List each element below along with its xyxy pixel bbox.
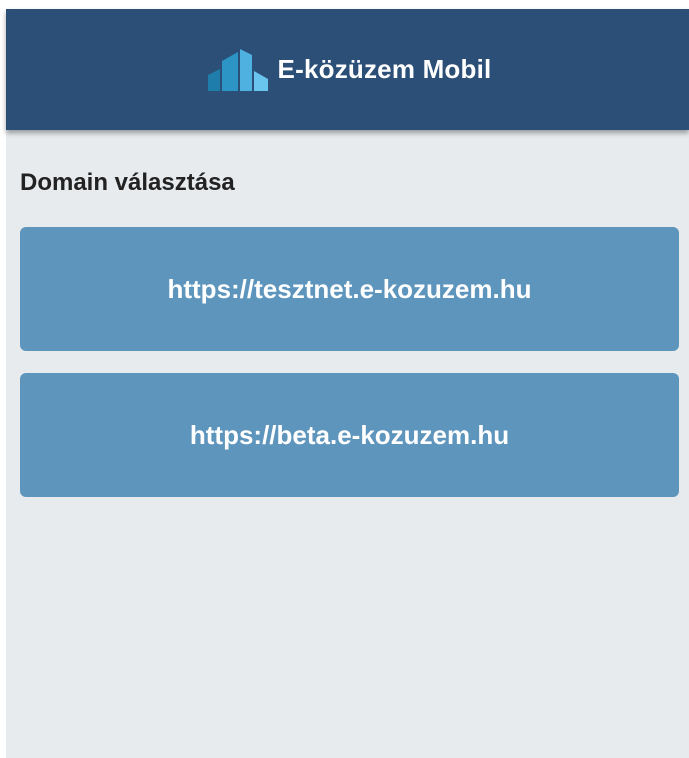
domain-button-tesztnet[interactable]: https://tesztnet.e-kozuzem.hu	[20, 227, 679, 351]
section-title: Domain választása	[20, 169, 235, 196]
building-bars-icon	[207, 48, 268, 91]
app-title: E-közüzem Mobil	[277, 54, 492, 84]
domain-button-beta[interactable]: https://beta.e-kozuzem.hu	[20, 373, 679, 497]
app-header: E-közüzem Mobil	[6, 9, 689, 130]
app-screen: E-közüzem Mobil Domain választása https:…	[6, 9, 689, 758]
brand: E-közüzem Mobil	[207, 48, 492, 91]
domain-list: https://tesztnet.e-kozuzem.hu https://be…	[20, 227, 679, 519]
